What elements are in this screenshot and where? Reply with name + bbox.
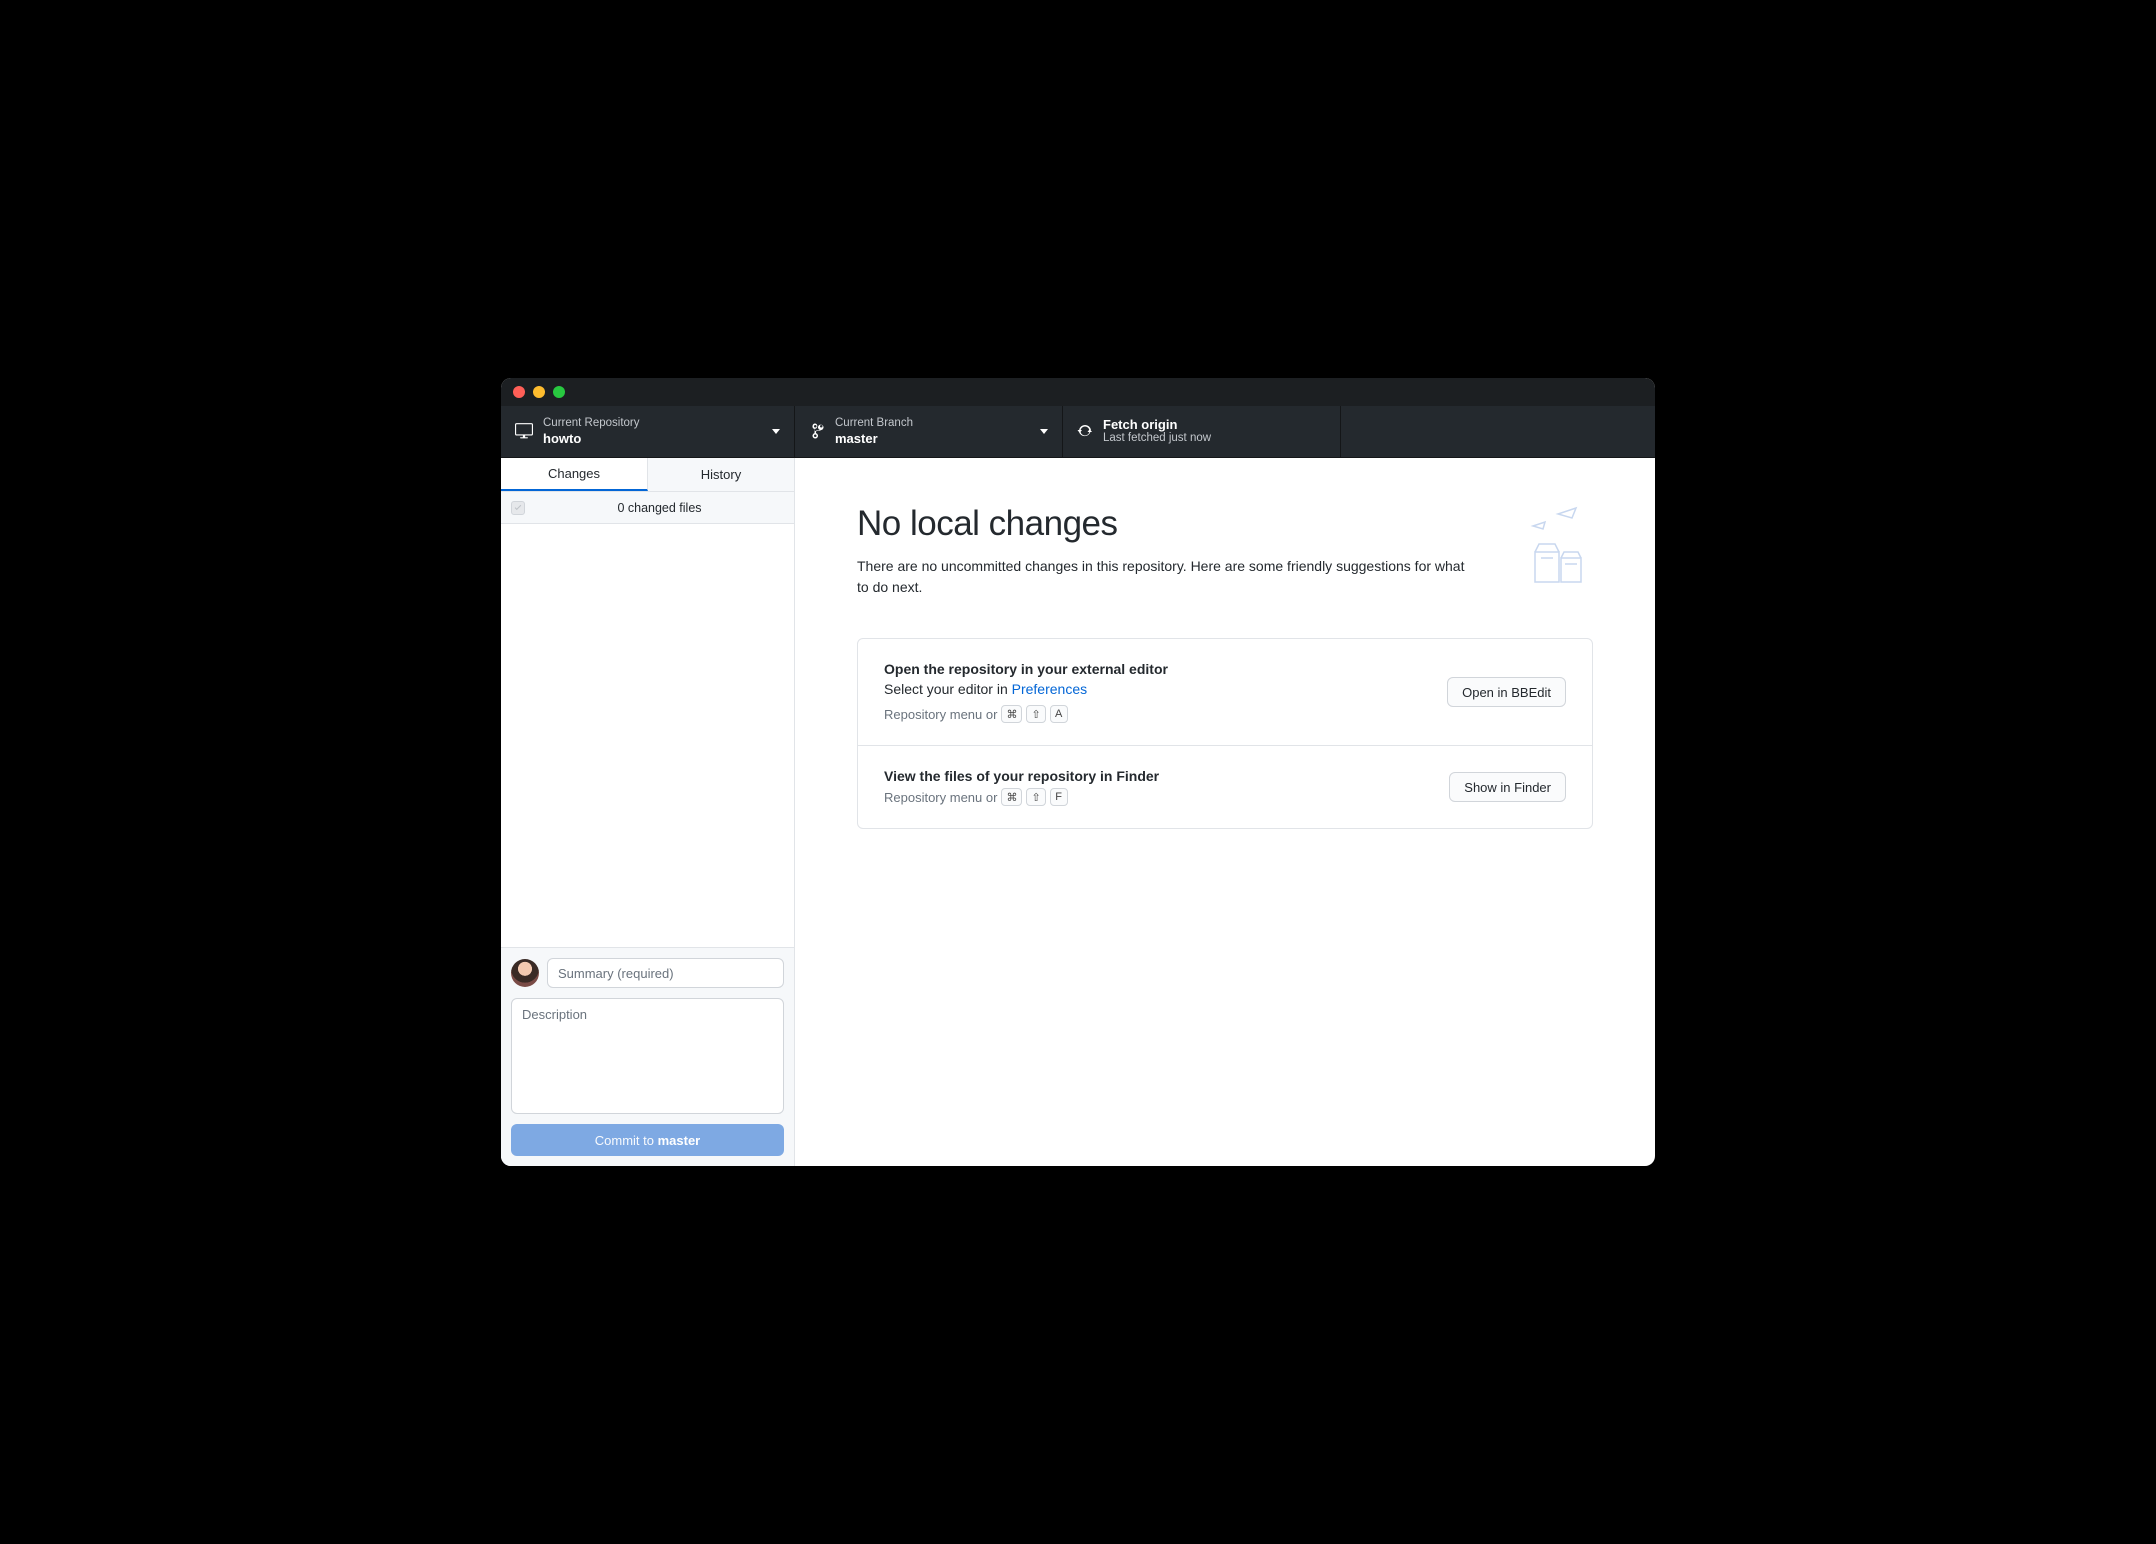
window-zoom-button[interactable]	[553, 386, 565, 398]
branch-name: master	[835, 431, 913, 447]
card-show-finder: View the files of your repository in Fin…	[858, 745, 1592, 828]
monitor-icon	[515, 422, 533, 440]
window-close-button[interactable]	[513, 386, 525, 398]
sidebar: Changes History 0 changed files Commit t…	[501, 458, 795, 1166]
card-hint: Repository menu or ⌘ ⇧ F	[884, 788, 1429, 806]
commit-description-input[interactable]	[511, 998, 784, 1114]
repo-selector[interactable]: Current Repository howto	[501, 406, 795, 457]
kbd-cmd: ⌘	[1001, 788, 1022, 806]
git-branch-icon	[809, 423, 825, 439]
commit-summary-input[interactable]	[547, 958, 784, 988]
kbd-letter: A	[1050, 705, 1068, 723]
commit-button[interactable]: Commit to master	[511, 1124, 784, 1156]
fetch-status: Last fetched just now	[1103, 432, 1211, 446]
branch-label: Current Branch	[835, 417, 913, 431]
main-panel: No local changes There are no uncommitte…	[795, 458, 1655, 1166]
tab-history[interactable]: History	[648, 458, 794, 491]
repo-label: Current Repository	[543, 417, 640, 431]
show-in-finder-button[interactable]: Show in Finder	[1449, 772, 1566, 802]
sync-icon	[1077, 423, 1093, 439]
fetch-button[interactable]: Fetch origin Last fetched just now	[1063, 406, 1341, 457]
page-title: No local changes	[857, 504, 1483, 544]
kbd-shift: ⇧	[1026, 788, 1045, 806]
tab-changes[interactable]: Changes	[501, 458, 648, 491]
fetch-label: Fetch origin	[1103, 417, 1211, 433]
card-subtitle: Select your editor in Preferences	[884, 681, 1427, 697]
chevron-down-icon	[1040, 429, 1048, 434]
commit-button-branch: master	[658, 1133, 701, 1148]
body: Changes History 0 changed files Commit t…	[501, 458, 1655, 1166]
kbd-shift: ⇧	[1026, 705, 1045, 723]
kbd-letter: F	[1050, 788, 1068, 806]
kbd-cmd: ⌘	[1001, 705, 1022, 723]
card-title: View the files of your repository in Fin…	[884, 768, 1429, 784]
repo-name: howto	[543, 431, 640, 447]
card-open-editor: Open the repository in your external edi…	[858, 639, 1592, 745]
commit-form: Commit to master	[501, 947, 794, 1166]
avatar	[511, 959, 539, 987]
open-in-editor-button[interactable]: Open in BBEdit	[1447, 677, 1566, 707]
select-all-checkbox[interactable]	[511, 501, 525, 515]
page-subtitle: There are no uncommitted changes in this…	[857, 556, 1477, 598]
card-hint: Repository menu or ⌘ ⇧ A	[884, 705, 1427, 723]
changes-list	[501, 524, 794, 947]
sidebar-tabs: Changes History	[501, 458, 794, 492]
branch-selector[interactable]: Current Branch master	[795, 406, 1063, 457]
window-minimize-button[interactable]	[533, 386, 545, 398]
card-title: Open the repository in your external edi…	[884, 661, 1427, 677]
toolbar: Current Repository howto Current Branch …	[501, 406, 1655, 458]
app-window: Current Repository howto Current Branch …	[501, 378, 1655, 1166]
empty-state-illustration	[1503, 504, 1593, 594]
changes-header: 0 changed files	[501, 492, 794, 524]
changed-files-count: 0 changed files	[535, 501, 784, 515]
preferences-link[interactable]: Preferences	[1012, 681, 1087, 697]
suggestion-cards: Open the repository in your external edi…	[857, 638, 1593, 829]
chevron-down-icon	[772, 429, 780, 434]
titlebar	[501, 378, 1655, 406]
commit-button-prefix: Commit to	[595, 1133, 658, 1148]
